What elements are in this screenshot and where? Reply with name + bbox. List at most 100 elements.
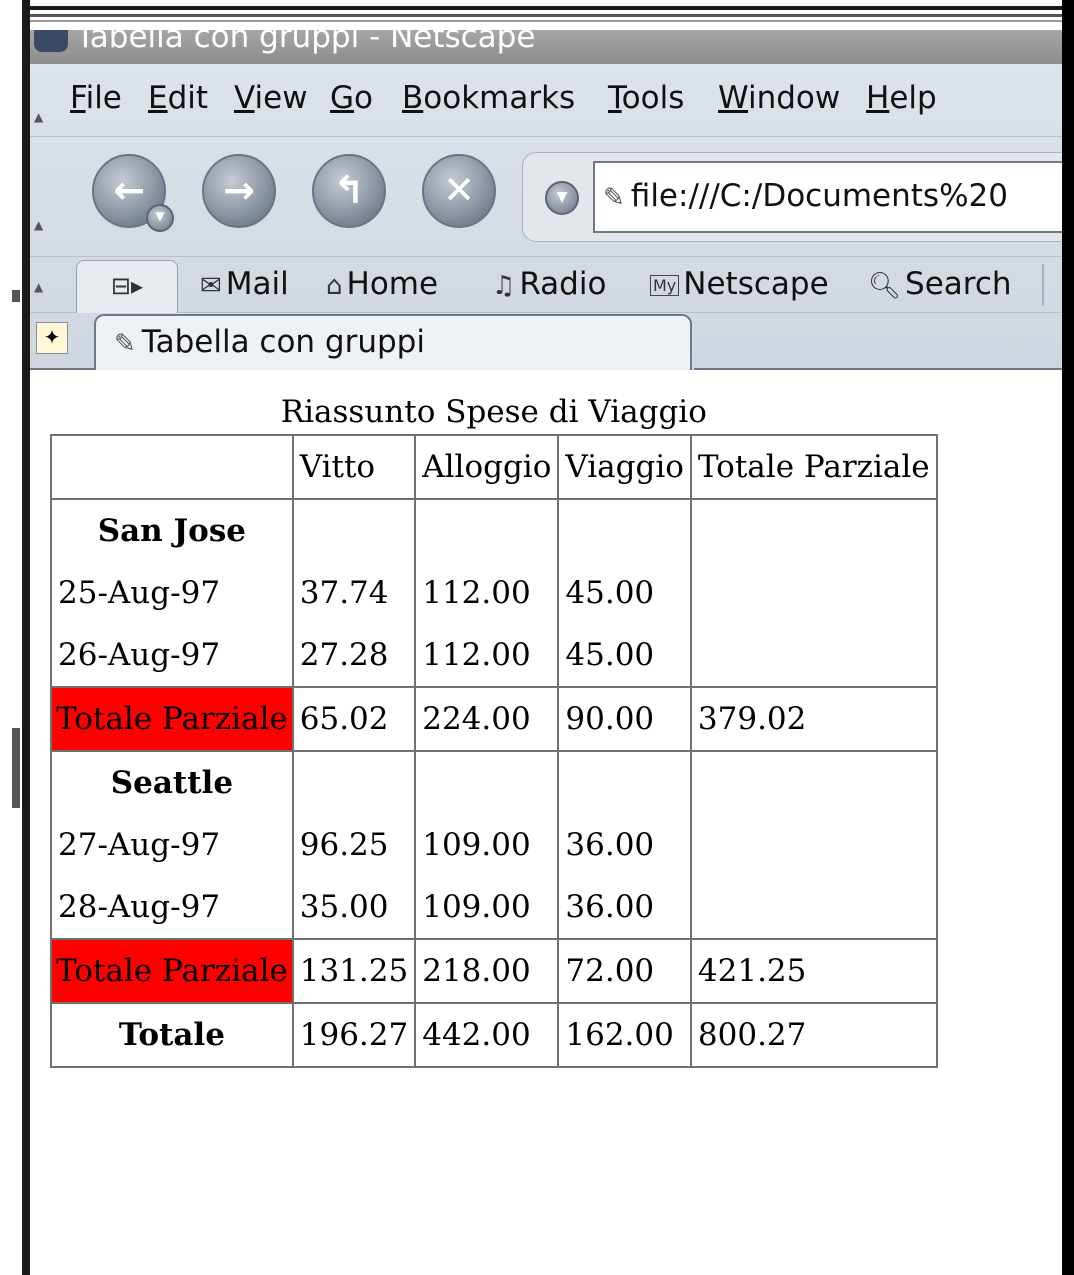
group-name: San Jose: [51, 499, 294, 562]
group-header-row: Seattle: [51, 751, 937, 814]
total-total: 800.27: [689, 1002, 938, 1068]
forward-arrow-icon: →: [223, 168, 255, 212]
url-bar-container: ▼ ✎ file:///C:/Documents%20: [522, 152, 1062, 242]
my-netscape-icon: My: [650, 275, 680, 296]
home-link[interactable]: ⌂ Home: [326, 266, 438, 302]
desktop-top-edge: [0, 0, 1074, 30]
alloggio-cell: 112.00: [415, 562, 560, 624]
reload-button[interactable]: ↰: [312, 154, 386, 228]
reload-icon: ↰: [333, 168, 365, 212]
grip-icon[interactable]: ▲: [34, 110, 48, 124]
radio-link[interactable]: ♫ Radio: [492, 266, 606, 302]
desktop-left-edge: [0, 0, 30, 1275]
menu-window[interactable]: Window: [718, 80, 840, 116]
header-cell-totale-parziale: Totale Parziale: [689, 434, 938, 500]
personal-toolbar-tab[interactable]: ⊟▸: [76, 260, 178, 313]
tab-tabella-con-gruppi[interactable]: ✎ Tabella con gruppi: [94, 314, 692, 370]
title-bar[interactable]: Tabella con gruppi - Netscape: [30, 30, 1062, 64]
menu-go[interactable]: Go: [330, 80, 373, 116]
subtotal-vitto: 131.25: [291, 938, 417, 1004]
window-title: Tabella con gruppi - Netscape: [76, 30, 536, 55]
table-row: 25-Aug-97 37.74 112.00 45.00: [51, 562, 937, 624]
table-row: 28-Aug-97 35.00 109.00 36.00: [51, 876, 937, 939]
subtotal-row: Totale Parziale 65.02 224.00 90.00 379.0…: [50, 686, 938, 752]
url-input[interactable]: ✎ file:///C:/Documents%20: [593, 161, 1062, 233]
menu-edit[interactable]: Edit: [148, 80, 208, 116]
alloggio-cell: 112.00: [415, 624, 560, 687]
vitto-cell: 37.74: [292, 562, 417, 624]
total-viaggio: 162.00: [557, 1002, 692, 1068]
personal-toolbar: ▲ ⊟▸ ✉ Mail ⌂ Home ♫ Radio My Netscape 🔍︎ Sea…: [30, 256, 1062, 313]
menu-tools[interactable]: Tools: [608, 80, 684, 116]
home-icon: ⌂: [326, 271, 343, 301]
subtotal-total: 421.25: [689, 938, 938, 1004]
header-cell-viaggio: Viaggio: [557, 434, 692, 500]
url-dropdown-icon[interactable]: ▼: [545, 181, 579, 215]
envelope-icon: ✉: [200, 271, 222, 301]
vitto-cell: 96.25: [292, 814, 417, 876]
subtotal-alloggio: 218.00: [414, 938, 560, 1004]
date-cell: 28-Aug-97: [51, 876, 294, 939]
alloggio-cell: 109.00: [415, 876, 560, 939]
back-history-dropdown-icon[interactable]: ▼: [146, 204, 174, 232]
alloggio-cell: 109.00: [415, 814, 560, 876]
tab-divider-right: [694, 368, 1062, 370]
search-icon: 🔍︎: [868, 271, 902, 301]
stop-x-icon: ✕: [443, 168, 475, 212]
group-san-jose: San Jose 25-Aug-97 37.74 112.00 45.00 26…: [51, 499, 937, 687]
toolbar-separator: [1042, 264, 1044, 306]
window-right-border: [1062, 0, 1074, 1275]
menu-view[interactable]: View: [234, 80, 308, 116]
grip-icon[interactable]: ▲: [34, 218, 48, 232]
table-row: 26-Aug-97 27.28 112.00 45.00: [51, 624, 937, 687]
music-note-icon: ♫: [492, 271, 516, 301]
viaggio-cell: 45.00: [558, 624, 692, 687]
netscape-app-icon: [34, 30, 68, 52]
subtotal-vitto: 65.02: [291, 686, 417, 752]
page-content: Riassunto Spese di Viaggio Vitto Alloggi…: [30, 372, 1062, 1275]
viaggio-cell: 36.00: [558, 814, 692, 876]
group-seattle: Seattle 27-Aug-97 96.25 109.00 36.00 28-…: [51, 751, 937, 939]
total-label: Totale: [50, 1002, 294, 1068]
date-cell: 27-Aug-97: [51, 814, 294, 876]
group-name: Seattle: [51, 751, 294, 814]
header-cell-vitto: Vitto: [291, 434, 417, 500]
menu-file[interactable]: File: [70, 80, 122, 116]
header-cell-empty: [50, 434, 294, 500]
total-vitto: 196.27: [291, 1002, 417, 1068]
total-alloggio: 442.00: [414, 1002, 560, 1068]
menu-help[interactable]: Help: [866, 80, 937, 116]
my-netscape-link[interactable]: My Netscape: [650, 266, 829, 302]
subtotal-label: Totale Parziale: [50, 938, 294, 1004]
window-menu-icon: ⊟▸: [110, 272, 144, 300]
menu-bookmarks[interactable]: Bookmarks: [402, 80, 575, 116]
subtotal-alloggio: 224.00: [414, 686, 560, 752]
mail-link[interactable]: ✉ Mail: [200, 266, 289, 302]
table-header-row: Vitto Alloggio Viaggio Totale Parziale: [50, 434, 938, 500]
subtotal-viaggio: 72.00: [557, 938, 692, 1004]
table-caption: Riassunto Spese di Viaggio: [280, 394, 707, 430]
vitto-cell: 27.28: [292, 624, 417, 687]
expenses-table: Riassunto Spese di Viaggio Vitto Alloggi…: [50, 394, 938, 1068]
stop-button[interactable]: ✕: [422, 154, 496, 228]
subtotal-total: 379.02: [689, 686, 938, 752]
viaggio-cell: 36.00: [558, 876, 692, 939]
tab-bar: ✦ ✎ Tabella con gruppi: [30, 312, 1062, 370]
search-link[interactable]: 🔍︎ Search: [868, 266, 1012, 302]
new-tab-icon[interactable]: ✦: [36, 322, 68, 354]
grip-icon[interactable]: ▲: [34, 280, 48, 294]
navigation-toolbar: ▲ ← ▼ → ↰ ✕ ▼ ✎ file:///C:/Documents%20: [30, 136, 1062, 257]
subtotal-label: Totale Parziale: [50, 686, 294, 752]
total-row: Totale 196.27 442.00 162.00 800.27: [50, 1002, 938, 1068]
group-header-row: San Jose: [51, 499, 937, 562]
menu-bar: ▲ File Edit View Go Bookmarks Tools Wind…: [30, 64, 1062, 137]
vitto-cell: 35.00: [292, 876, 417, 939]
header-cell-alloggio: Alloggio: [414, 434, 560, 500]
browser-window: Tabella con gruppi - Netscape ▲ File Edi…: [30, 30, 1062, 1275]
back-arrow-icon: ←: [113, 168, 145, 212]
tab-divider-left: [30, 368, 94, 370]
forward-button[interactable]: →: [202, 154, 276, 228]
file-pin-icon: ✎: [603, 183, 625, 213]
url-text: file:///C:/Documents%20: [630, 178, 1008, 214]
back-button[interactable]: ← ▼: [92, 154, 174, 232]
